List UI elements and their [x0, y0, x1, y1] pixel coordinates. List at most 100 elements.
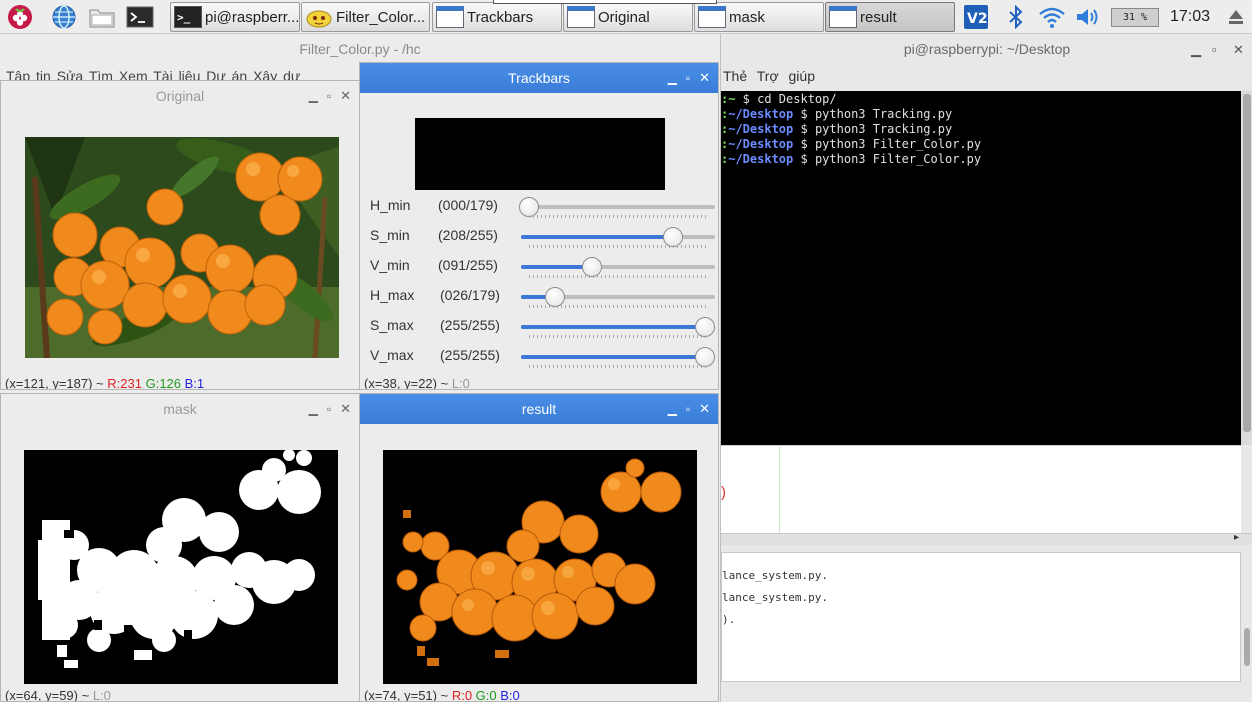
message-line: ). — [722, 613, 736, 626]
close-icon[interactable]: ✕ — [1233, 42, 1244, 58]
scroll-right-icon[interactable]: ▸ — [1234, 532, 1239, 543]
terminal-menubar[interactable]: Thẻ Trợ giúp — [723, 68, 815, 84]
mask-status: (x=64, y=59) ~ L:0 — [5, 688, 111, 702]
slider-handle[interactable] — [695, 347, 715, 367]
geany-message-panel[interactable]: lance_system.py. lance_system.py. ). — [721, 552, 1241, 682]
terminal-scrollbar[interactable] — [1241, 91, 1252, 445]
maximize-icon[interactable]: ▫ — [327, 394, 331, 424]
slider-fill — [521, 325, 705, 329]
mask-titlebar[interactable]: mask ▁ ▫ ✕ — [1, 394, 359, 424]
trackbar-value: (255/255) — [440, 317, 500, 333]
minimize-icon[interactable]: ▁ — [668, 63, 677, 93]
task-mask[interactable]: mask — [694, 2, 824, 32]
minimize-icon[interactable]: ▁ — [668, 394, 677, 424]
task-label: Original — [598, 8, 650, 26]
vnc-icon[interactable]: V2 — [962, 3, 990, 31]
close-icon[interactable]: ✕ — [340, 81, 351, 111]
mask-window[interactable]: mask ▁ ▫ ✕ (x=64, y=59) ~ L:0 — [0, 393, 360, 702]
clock: 17:03 — [1170, 8, 1211, 25]
terminal-launcher-icon[interactable] — [126, 3, 154, 31]
slider-handle[interactable] — [581, 257, 602, 277]
close-icon[interactable]: ✕ — [340, 394, 351, 424]
window-icon — [698, 6, 726, 28]
geany-editor-text[interactable]: ) — [721, 445, 1241, 534]
trackbar-h-max[interactable]: H_max (026/179) — [360, 281, 718, 311]
result-titlebar[interactable]: result ▁ ▫ ✕ — [360, 394, 718, 424]
editor-margin-line — [779, 446, 780, 534]
slider-ticks — [529, 245, 707, 248]
task-geany[interactable]: Filter_Color... — [301, 2, 430, 32]
trackbar-value: (026/179) — [440, 287, 500, 303]
minimize-icon[interactable]: ▁ — [309, 394, 318, 424]
trackbar-s-min[interactable]: S_min (208/255) — [360, 221, 718, 251]
trackbar-label: H_min — [370, 197, 411, 213]
original-window[interactable]: Original ▁ ▫ ✕ (x=121, y=187) ~ R:231 G:… — [0, 80, 360, 390]
trackbar-label: V_min — [370, 257, 410, 273]
task-original[interactable]: Original — [563, 2, 693, 32]
trackbar-label: S_min — [370, 227, 410, 243]
trackbar-s-max[interactable]: S_max (255/255) — [360, 311, 718, 341]
task-result[interactable]: result — [825, 2, 955, 32]
slider-handle[interactable] — [662, 227, 683, 247]
slider-track[interactable] — [521, 287, 715, 307]
result-window[interactable]: result ▁ ▫ ✕ (x=74, y=51) ~ R:0 G:0 B:0 — [359, 393, 719, 702]
trackbar-v-min[interactable]: V_min (091/255) — [360, 251, 718, 281]
message-line: lance_system.py. — [722, 591, 828, 604]
trackbar-label: V_max — [370, 347, 414, 363]
slider-track[interactable] — [521, 257, 715, 277]
task-terminal[interactable]: >_ pi@raspberr... — [170, 2, 300, 32]
mask-image[interactable] — [24, 450, 338, 684]
message-line: lance_system.py. — [722, 569, 828, 582]
slider-track[interactable] — [521, 347, 715, 367]
horizontal-scrollbar[interactable]: ▸ — [721, 532, 1252, 545]
slider-handle[interactable] — [544, 287, 565, 307]
original-titlebar[interactable]: Original ▁ ▫ ✕ — [1, 81, 359, 111]
window-title: mask — [163, 401, 197, 417]
terminal-output[interactable]: :~ $ cd Desktop/:~/Desktop $ python3 Tra… — [721, 91, 1241, 445]
trackbar-value: (000/179) — [438, 197, 498, 213]
terminal-window: pi@raspberrypi: ~/Desktop ▁ ▫ ✕ Thẻ Trợ … — [720, 34, 1252, 702]
cpu-usage-meter: 31 % — [1111, 8, 1159, 27]
terminal-title: pi@raspberrypi: ~/Desktop — [903, 41, 1071, 57]
maximize-icon[interactable]: ▫ — [327, 81, 331, 111]
slider-ticks — [529, 215, 707, 218]
task-trackbars[interactable]: Trackbars — [432, 2, 562, 32]
message-scrollbar[interactable] — [1241, 552, 1252, 682]
window-icon — [436, 6, 464, 28]
terminal-line: :~/Desktop $ python3 Filter_Color.py — [721, 152, 982, 166]
original-image[interactable] — [25, 137, 339, 358]
task-label: pi@raspberr... — [205, 8, 300, 26]
file-manager-icon[interactable] — [88, 3, 116, 31]
trackbars-status: (x=38, y=22) ~ L:0 — [364, 376, 470, 390]
window-title: result — [521, 401, 557, 417]
trackbar-h-min[interactable]: H_min (000/179) — [360, 191, 718, 221]
raspberry-menu-icon[interactable] — [6, 3, 34, 31]
trackbar-v-max[interactable]: V_max (255/255) — [360, 341, 718, 371]
original-status: (x=121, y=187) ~ R:231 G:126 B:1 — [5, 376, 205, 390]
close-icon[interactable]: ✕ — [699, 394, 710, 424]
geany-lamp-icon — [305, 6, 333, 28]
slider-handle[interactable] — [695, 317, 715, 337]
window-icon — [829, 6, 857, 28]
minimize-icon[interactable]: ▁ — [309, 81, 318, 111]
volume-icon[interactable] — [1074, 3, 1102, 31]
eject-icon[interactable] — [1222, 3, 1250, 31]
result-image[interactable] — [383, 450, 697, 684]
slider-handle[interactable] — [519, 197, 539, 217]
close-icon[interactable]: ✕ — [699, 63, 710, 93]
maximize-icon[interactable]: ▫ — [686, 394, 690, 424]
minimize-icon[interactable]: ▁ — [1191, 42, 1201, 58]
slider-ticks — [529, 275, 707, 278]
web-browser-icon[interactable] — [50, 3, 78, 31]
slider-fill — [521, 235, 673, 239]
wifi-icon[interactable] — [1038, 3, 1066, 31]
maximize-icon[interactable]: ▫ — [686, 63, 690, 93]
slider-track[interactable] — [521, 317, 715, 337]
slider-track[interactable] — [521, 227, 715, 247]
trackbars-window[interactable]: Trackbars ▁ ▫ ✕ H_min (000/179) S_min (208/25… — [359, 62, 719, 390]
slider-track[interactable] — [519, 197, 715, 217]
trackbars-titlebar[interactable]: Trackbars ▁ ▫ ✕ — [360, 63, 718, 93]
bluetooth-icon[interactable] — [1002, 3, 1030, 31]
editor-paren: ) — [721, 484, 726, 501]
maximize-icon[interactable]: ▫ — [1212, 42, 1217, 57]
